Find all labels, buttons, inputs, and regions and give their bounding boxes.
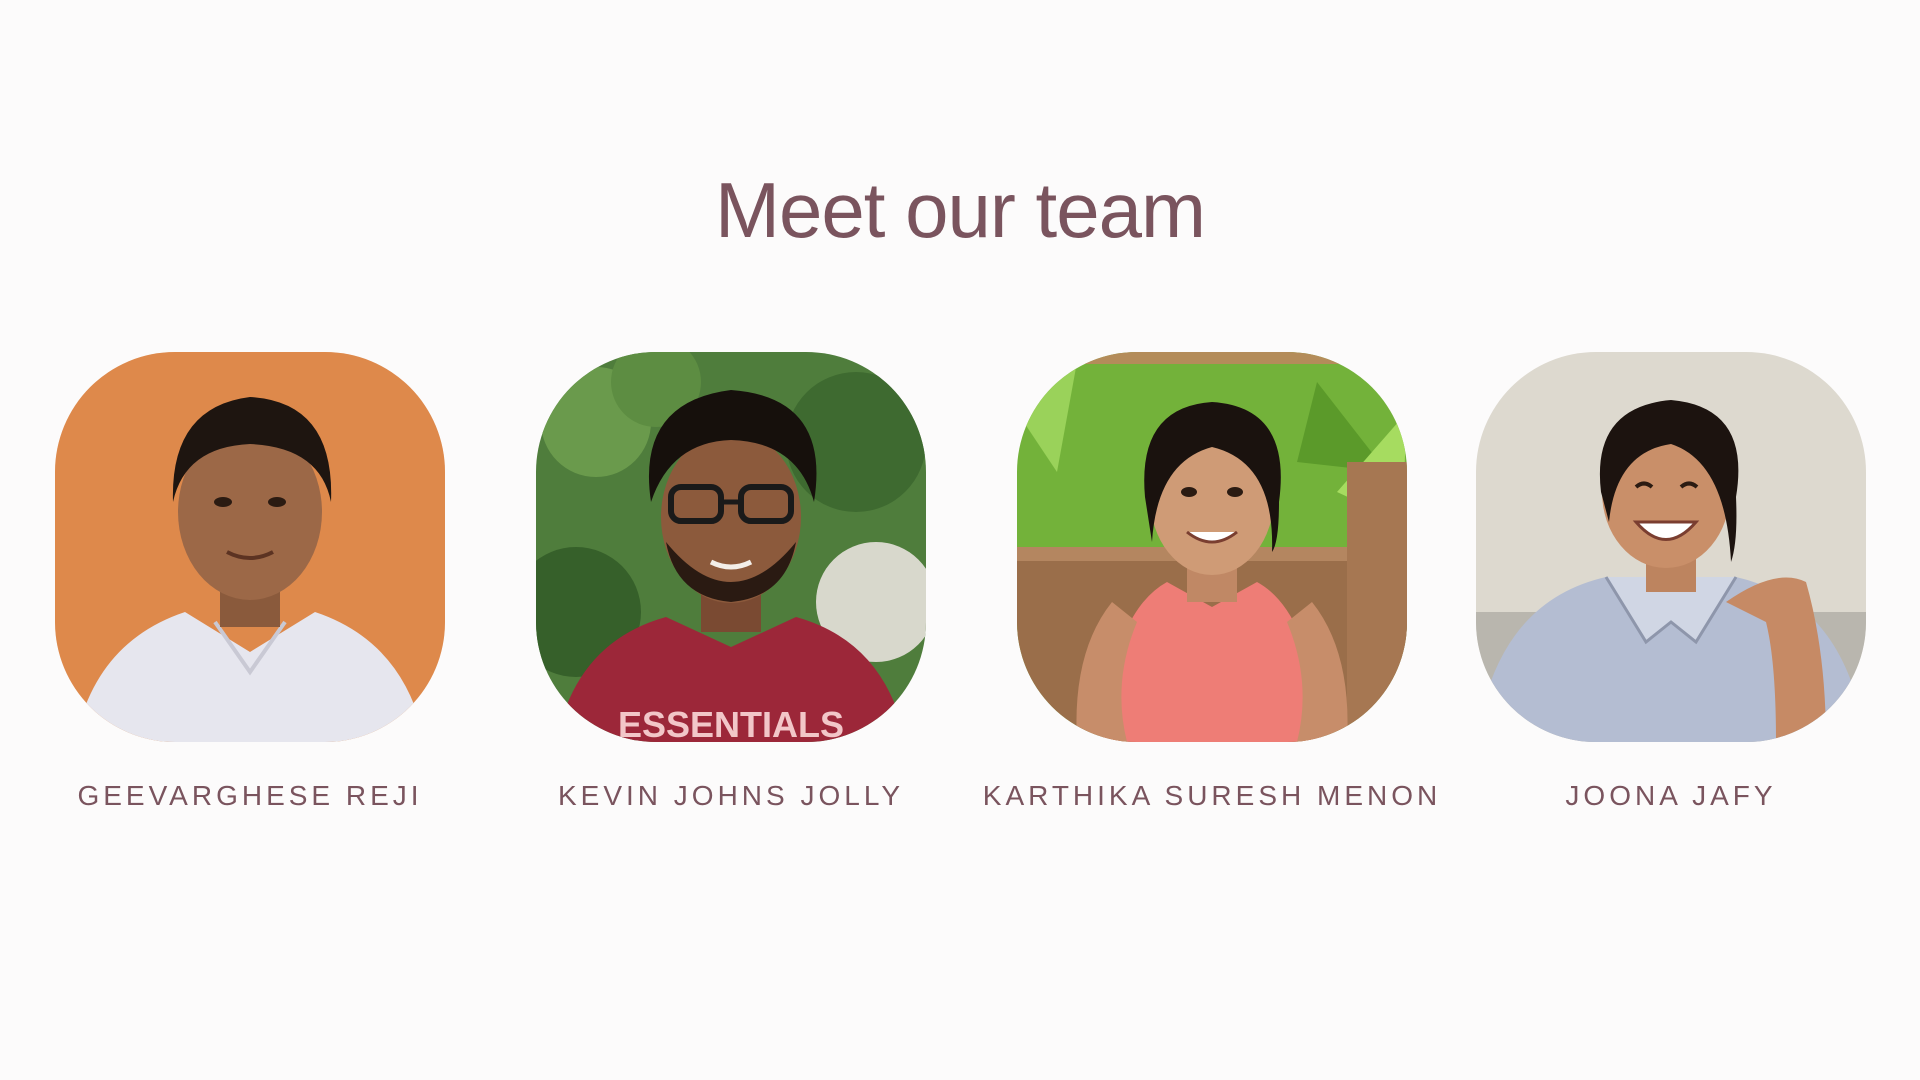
team-section: Meet our team GEEVARGHESE REJI ESSENTIAL…: [0, 0, 1920, 1080]
portrait-photo-icon: [1017, 352, 1407, 742]
team-member-card: JOONA JAFY: [1436, 352, 1906, 812]
member-photo: [1017, 352, 1407, 742]
team-member-card: GEEVARGHESE REJI: [15, 352, 485, 812]
member-photo: [55, 352, 445, 742]
team-member-card: ESSENTIALS KEVIN JOHNS JOLLY: [496, 352, 966, 812]
team-member-card: KARTHIKA SURESH MENON: [977, 352, 1447, 812]
member-name: KEVIN JOHNS JOLLY: [557, 780, 904, 811]
member-photo: [1476, 352, 1866, 742]
portrait-photo-icon: [55, 352, 445, 742]
portrait-photo-icon: [1476, 352, 1866, 742]
page-title: Meet our team: [715, 166, 1206, 254]
svg-text:ESSENTIALS: ESSENTIALS: [618, 704, 844, 742]
member-name: KARTHIKA SURESH MENON: [982, 780, 1442, 811]
portrait-photo-icon: ESSENTIALS: [536, 352, 926, 742]
member-name: JOONA JAFY: [1565, 780, 1777, 811]
member-name: GEEVARGHESE REJI: [77, 780, 423, 811]
member-photo: ESSENTIALS: [536, 352, 926, 742]
